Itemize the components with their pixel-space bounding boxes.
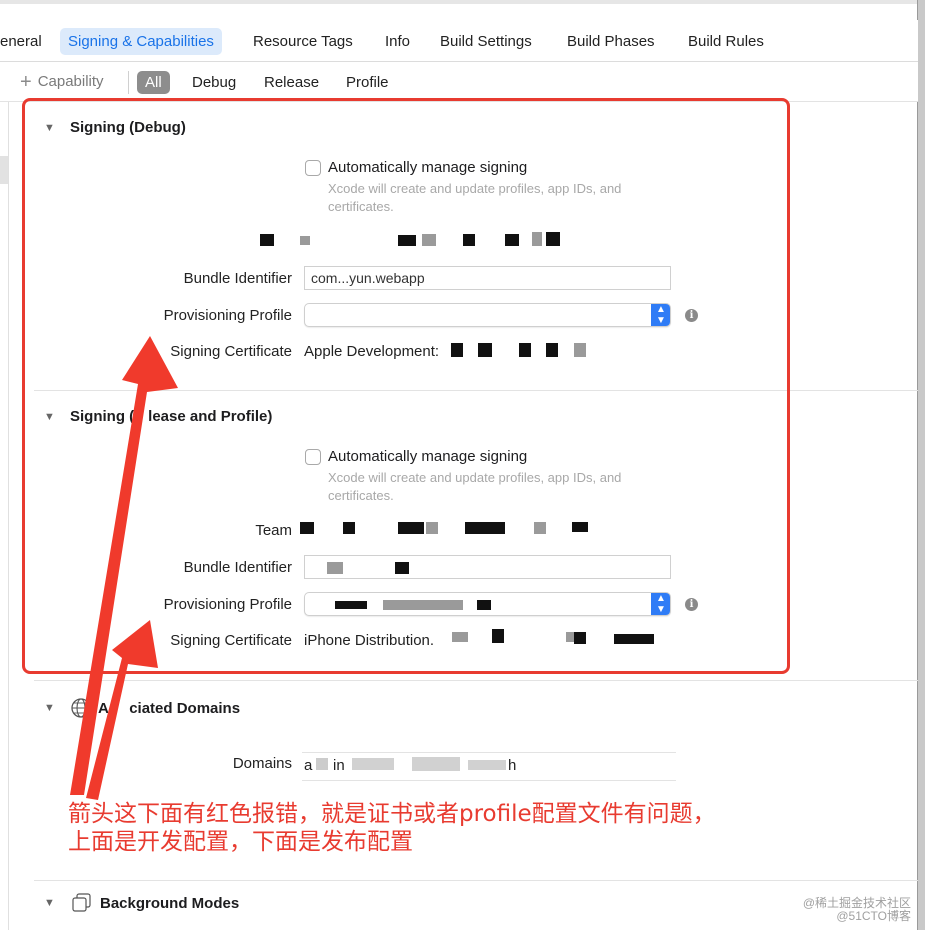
release-cert-label: Signing Certificate xyxy=(170,632,292,649)
annotation-text: 箭头这下面有红色报错，就是证书或者profile配置文件有问题， 上面是开发配置… xyxy=(68,800,716,856)
signing-debug-header[interactable]: ▼ Signing (Debug) xyxy=(44,119,186,136)
background-modes-header[interactable]: ▼ Background Modes xyxy=(44,892,239,914)
tab-build-rules[interactable]: Build Rules xyxy=(680,28,772,55)
signing-debug-title: Signing (Debug) xyxy=(70,119,186,136)
debug-auto-manage-hint: Xcode will create and update profiles, a… xyxy=(328,181,622,214)
associated-domains-title-suffix: ciated Domains xyxy=(129,699,241,717)
background-modes-icon xyxy=(72,893,91,912)
filter-all[interactable]: All xyxy=(137,71,170,94)
filter-profile[interactable]: Profile xyxy=(338,71,397,94)
release-auto-manage-label: Automatically manage signing xyxy=(328,448,528,465)
debug-bundle-value: com...yun.webapp xyxy=(311,270,425,286)
release-profile-label: Provisioning Profile xyxy=(163,596,292,613)
xcode-target-editor: eneral Signing & Capabilities Resource T… xyxy=(0,0,925,930)
disclosure-triangle-icon[interactable]: ▼ xyxy=(44,411,70,423)
annotation-line-1: 箭头这下面有红色报错，就是证书或者profile配置文件有问题， xyxy=(68,801,716,827)
sidebar-selected-target[interactable] xyxy=(0,156,8,184)
associated-domains-header[interactable]: ▼ As ciated Domains xyxy=(44,697,240,719)
annotation-line-2: 上面是开发配置，下面是发布配置 xyxy=(68,829,413,855)
section-divider xyxy=(34,390,918,391)
debug-bundle-label: Bundle Identifier xyxy=(183,270,292,287)
debug-auto-manage-checkbox[interactable] xyxy=(305,160,321,176)
add-capability-label: Capability xyxy=(37,73,104,90)
tab-resource-tags[interactable]: Resource Tags xyxy=(245,28,361,55)
signing-release-title-prefix: Signing ( xyxy=(70,408,135,425)
release-auto-manage-checkbox[interactable] xyxy=(305,449,321,465)
release-bundle-field[interactable] xyxy=(304,555,671,579)
editor-tab-bar: eneral Signing & Capabilities Resource T… xyxy=(0,20,918,62)
debug-profile-popup[interactable]: ▲ ▼ xyxy=(304,303,671,327)
associated-domains-title-prefix: As xyxy=(98,699,118,717)
domains-table-top-border xyxy=(302,752,676,753)
tab-general[interactable]: eneral xyxy=(0,28,50,55)
disclosure-triangle-icon[interactable]: ▼ xyxy=(44,897,70,909)
window-scrollbar-edge[interactable] xyxy=(917,0,925,930)
annotation-arrows xyxy=(70,336,178,800)
release-bundle-label: Bundle Identifier xyxy=(183,559,292,576)
release-profile-popup[interactable]: ▲ ▼ xyxy=(304,592,671,616)
disclosure-triangle-icon[interactable]: ▼ xyxy=(44,702,70,714)
tab-info[interactable]: Info xyxy=(377,28,418,55)
tab-signing-capabilities[interactable]: Signing & Capabilities xyxy=(60,28,222,55)
release-cert-value: iPhone Distribution. xyxy=(304,632,435,649)
debug-bundle-field[interactable]: com...yun.webapp xyxy=(304,266,671,290)
domains-table-row-border xyxy=(302,780,676,781)
watermark-51cto: @51CTO博客 xyxy=(836,909,911,923)
globe-icon xyxy=(71,698,91,718)
domains-value-end: h xyxy=(508,757,517,774)
filter-release[interactable]: Release xyxy=(256,71,327,94)
section-divider xyxy=(34,680,918,681)
debug-cert-value: Apple Development: xyxy=(304,343,440,360)
disclosure-triangle-icon[interactable]: ▼ xyxy=(44,122,70,134)
section-divider xyxy=(34,880,918,881)
plus-icon: + xyxy=(20,71,32,93)
signing-release-header[interactable]: ▼ Signing ( lease and Profile) xyxy=(44,408,272,425)
debug-profile-info-icon[interactable]: i xyxy=(685,309,698,322)
filter-debug[interactable]: Debug xyxy=(184,71,244,94)
capability-bar-divider xyxy=(128,71,129,94)
popup-chevron-icon[interactable]: ▲ ▼ xyxy=(651,304,670,326)
add-capability-button[interactable]: + Capability xyxy=(20,71,104,93)
debug-auto-manage-label: Automatically manage signing xyxy=(328,159,528,176)
domains-value[interactable]: a xyxy=(304,757,312,774)
tab-build-settings[interactable]: Build Settings xyxy=(432,28,540,55)
domains-label: Domains xyxy=(232,755,292,772)
release-team-label: Team xyxy=(255,522,292,539)
domains-value-part: in xyxy=(333,757,345,774)
capability-bar: + Capability All Debug Release Profile xyxy=(0,62,918,102)
debug-profile-label: Provisioning Profile xyxy=(163,307,292,324)
window-top-edge xyxy=(0,0,925,4)
debug-cert-label: Signing Certificate xyxy=(170,343,292,360)
popup-chevron-icon[interactable]: ▲ ▼ xyxy=(651,593,670,615)
tab-build-phases[interactable]: Build Phases xyxy=(559,28,663,55)
release-auto-manage-hint: Xcode will create and update profiles, a… xyxy=(328,470,622,503)
signing-release-title-suffix: lease and Profile) xyxy=(148,408,273,425)
release-profile-info-icon[interactable]: i xyxy=(685,598,698,611)
project-sidebar-edge xyxy=(0,102,9,930)
background-modes-title: Background Modes xyxy=(100,894,240,912)
